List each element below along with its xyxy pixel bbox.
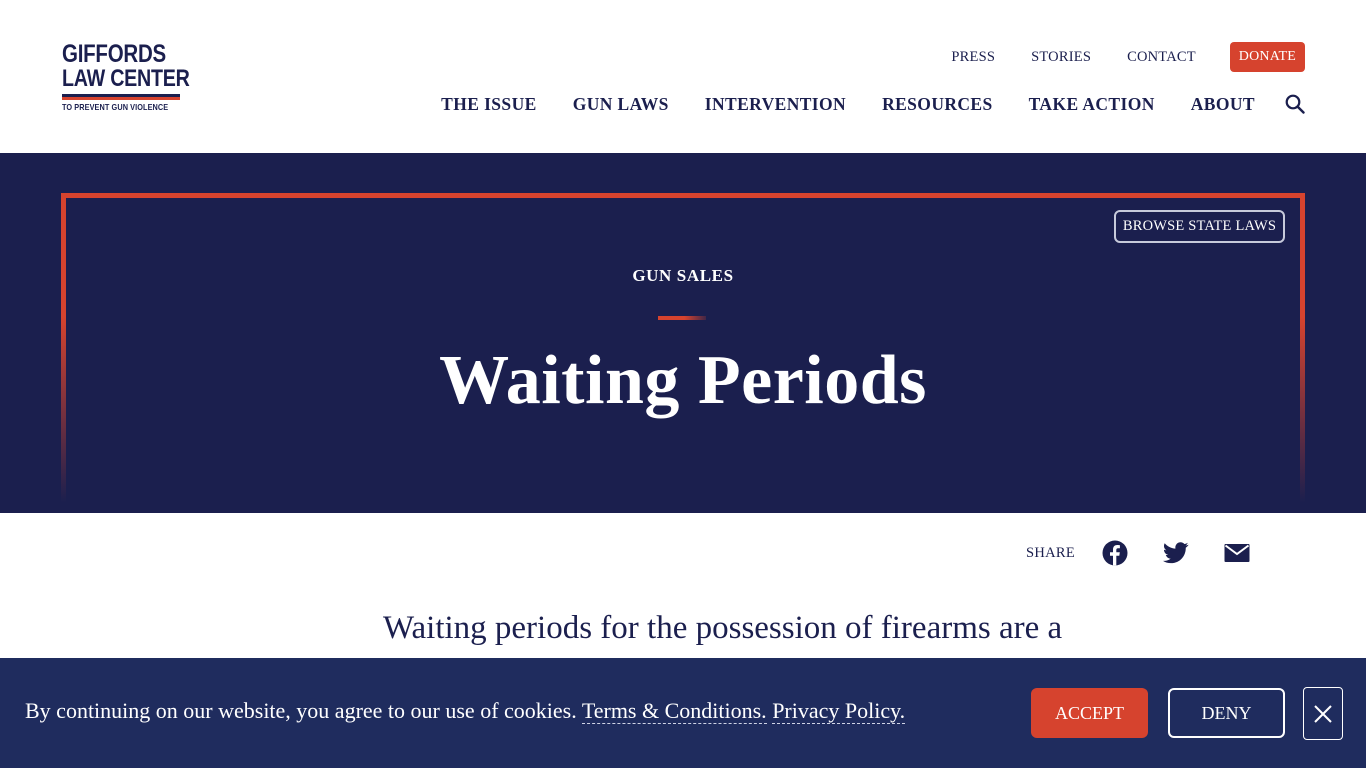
nav-stories-link[interactable]: STORIES — [1031, 49, 1091, 66]
browse-state-laws-button[interactable]: BROWSE STATE LAWS — [1114, 210, 1285, 243]
donate-button[interactable]: DONATE — [1229, 42, 1305, 72]
nav-resources[interactable]: RESOURCES — [882, 94, 993, 115]
logo-stripes — [62, 94, 180, 100]
accept-cookies-button[interactable]: ACCEPT — [1031, 688, 1148, 738]
privacy-link[interactable]: Privacy Policy. — [772, 698, 906, 724]
nav-take-action[interactable]: TAKE ACTION — [1029, 94, 1155, 115]
cookie-text: By continuing on our website, you agree … — [25, 698, 577, 723]
nav-the-issue[interactable]: THE ISSUE — [441, 94, 537, 115]
hero-divider — [658, 316, 706, 320]
hero-frame-top — [61, 193, 1305, 198]
page-title: Waiting Periods — [439, 342, 927, 419]
share-bar: SHARE — [1026, 538, 1251, 568]
hero-banner: BROWSE STATE LAWS GUN SALES Waiting Peri… — [0, 153, 1366, 513]
article-lede: Waiting periods for the possession of fi… — [383, 610, 1063, 646]
facebook-icon[interactable] — [1101, 539, 1129, 567]
cookie-banner: By continuing on our website, you agree … — [0, 658, 1366, 768]
twitter-icon[interactable] — [1162, 539, 1190, 567]
logo-tagline: TO PREVENT GUN VIOLENCE — [62, 102, 169, 112]
hero-category[interactable]: GUN SALES — [0, 266, 1366, 286]
close-icon[interactable] — [1303, 687, 1343, 740]
share-label: SHARE — [1026, 544, 1076, 561]
nav-contact-link[interactable]: CONTACT — [1127, 49, 1196, 66]
logo-line-2: LAW CENTER — [62, 65, 190, 92]
site-header: GIFFORDS LAW CENTER TO PREVENT GUN VIOLE… — [0, 0, 1366, 153]
terms-link[interactable]: Terms & Conditions. — [581, 698, 767, 724]
search-icon[interactable] — [1285, 94, 1305, 114]
deny-cookies-button[interactable]: DENY — [1168, 688, 1285, 738]
utility-nav: PRESS STORIES CONTACT DONATE — [951, 42, 1305, 72]
giffords-logo[interactable]: GIFFORDS LAW CENTER TO PREVENT GUN VIOLE… — [62, 40, 190, 112]
nav-intervention[interactable]: INTERVENTION — [705, 94, 846, 115]
nav-press-link[interactable]: PRESS — [951, 49, 995, 66]
nav-gun-laws[interactable]: GUN LAWS — [573, 94, 669, 115]
nav-about[interactable]: ABOUT — [1191, 94, 1255, 115]
main-nav: THE ISSUE GUN LAWS INTERVENTION RESOURCE… — [441, 92, 1305, 116]
email-icon[interactable] — [1223, 539, 1251, 567]
logo-line-1: GIFFORDS — [62, 40, 166, 68]
cookie-message: By continuing on our website, you agree … — [25, 698, 906, 724]
